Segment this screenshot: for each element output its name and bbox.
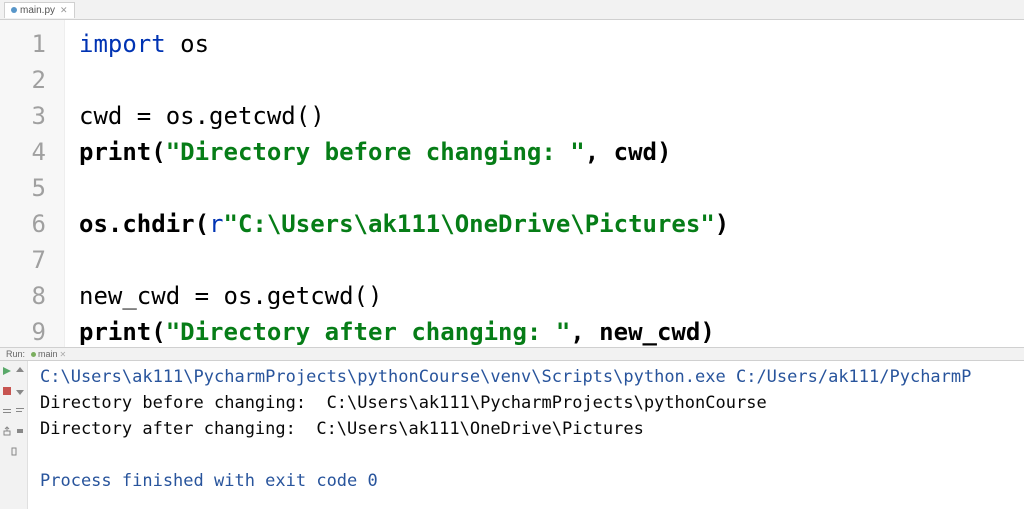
- line-number-gutter: 123456789: [0, 20, 65, 347]
- delete-icon[interactable]: [9, 443, 19, 461]
- run-toolbar: [0, 361, 28, 509]
- code-area[interactable]: import os cwd = os.getcwd()print("Direct…: [65, 20, 1024, 347]
- console-line: Process finished with exit code 0: [40, 468, 1024, 494]
- console-line: [40, 442, 1024, 468]
- tab-filename: main.py: [20, 5, 55, 16]
- tab-main-py[interactable]: main.py ✕: [4, 2, 75, 18]
- run-label: Run:: [6, 349, 25, 359]
- wrap-icon[interactable]: [15, 403, 25, 421]
- export-icon[interactable]: [2, 423, 12, 441]
- code-line[interactable]: [79, 62, 1024, 98]
- console-line: Directory after changing: C:\Users\ak111…: [40, 416, 1024, 442]
- line-number: 2: [0, 62, 46, 98]
- code-line[interactable]: [79, 242, 1024, 278]
- line-number: 4: [0, 134, 46, 170]
- arrow-down-icon[interactable]: [15, 383, 25, 401]
- run-tab-name: main: [38, 349, 58, 359]
- run-panel-header: Run: main ✕: [0, 347, 1024, 361]
- line-number: 6: [0, 206, 46, 242]
- line-number: 9: [0, 314, 46, 347]
- code-line[interactable]: cwd = os.getcwd(): [79, 98, 1024, 134]
- code-line[interactable]: os.chdir(r"C:\Users\ak111\OneDrive\Pictu…: [79, 206, 1024, 242]
- code-line[interactable]: [79, 170, 1024, 206]
- run-panel: C:\Users\ak111\PycharmProjects\pythonCou…: [0, 361, 1024, 509]
- close-icon[interactable]: ✕: [60, 5, 68, 16]
- editor-tab-bar: main.py ✕: [0, 0, 1024, 20]
- run-tab-main[interactable]: main ✕: [31, 349, 66, 359]
- code-line[interactable]: print("Directory before changing: ", cwd…: [79, 134, 1024, 170]
- console-output[interactable]: C:\Users\ak111\PycharmProjects\pythonCou…: [28, 361, 1024, 509]
- code-line[interactable]: new_cwd = os.getcwd(): [79, 278, 1024, 314]
- console-line: Directory before changing: C:\Users\ak11…: [40, 390, 1024, 416]
- stop-icon[interactable]: [2, 383, 12, 401]
- python-file-icon: [11, 7, 17, 13]
- arrow-up-icon[interactable]: [15, 363, 25, 381]
- run-icon[interactable]: [2, 363, 12, 381]
- close-icon[interactable]: ✕: [60, 350, 67, 359]
- tree-icon[interactable]: [2, 403, 12, 421]
- code-editor[interactable]: 123456789 import os cwd = os.getcwd()pri…: [0, 20, 1024, 347]
- line-number: 7: [0, 242, 46, 278]
- line-number: 1: [0, 26, 46, 62]
- line-number: 5: [0, 170, 46, 206]
- code-line[interactable]: import os: [79, 26, 1024, 62]
- line-number: 3: [0, 98, 46, 134]
- line-number: 8: [0, 278, 46, 314]
- run-config-icon: [31, 352, 36, 357]
- code-line[interactable]: print("Directory after changing: ", new_…: [79, 314, 1024, 347]
- print-icon[interactable]: [15, 423, 25, 441]
- console-line: C:\Users\ak111\PycharmProjects\pythonCou…: [40, 364, 1024, 390]
